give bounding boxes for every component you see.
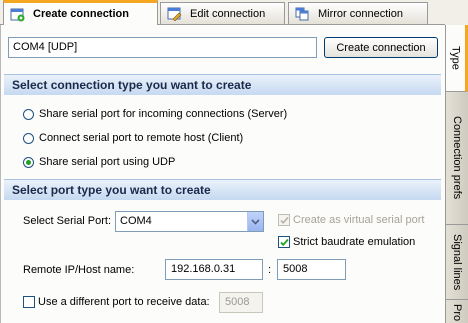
strict-baud-checkbox[interactable]	[278, 236, 290, 248]
different-port-label: Use a different port to receive data:	[38, 296, 210, 308]
tab-label: Create connection	[33, 8, 129, 20]
remote-ip-input[interactable]: 192.168.0.31	[165, 259, 263, 280]
serial-port-value: COM4	[120, 215, 152, 227]
radio-label: Connect serial port to remote host (Clie…	[39, 132, 244, 144]
port-type-header: Select port type you want to create	[4, 179, 441, 200]
chevron-down-icon[interactable]	[247, 212, 263, 231]
radio-client[interactable]: Connect serial port to remote host (Clie…	[23, 132, 243, 144]
tab-label: Mirror connection	[318, 7, 403, 20]
tab-label: Edit connection	[190, 7, 266, 20]
virtual-port-checkbox[interactable]	[278, 214, 290, 226]
radio-server[interactable]: Share serial port for incoming connectio…	[23, 108, 287, 120]
virtual-port-label: Create as virtual serial port	[293, 214, 425, 226]
create-connection-panel: COM4 [UDP] Create connection Select conn…	[0, 25, 446, 323]
tab-create-connection[interactable]: Create connection	[3, 0, 158, 25]
side-tab-label: Connection prefs	[451, 116, 463, 200]
side-tab-label: Signal lines	[451, 233, 463, 291]
side-tab-connection-prefs[interactable]: Connection prefs	[446, 92, 468, 225]
serial-port-label: Select Serial Port:	[23, 215, 112, 227]
radio-udp[interactable]: Share serial port using UDP	[23, 156, 175, 168]
side-tab-signal-lines[interactable]: Signal lines	[446, 225, 468, 300]
strict-baud-label: Strict baudrate emulation	[293, 236, 416, 248]
ip-port-separator: :	[268, 264, 272, 276]
receive-port-input[interactable]: 5008	[219, 292, 263, 313]
tab-bar: Create connection Edit connection Mirror…	[0, 0, 445, 25]
mirror-connection-icon	[295, 6, 310, 21]
side-tab-bar: Type Connection prefs Signal lines Pro	[445, 25, 468, 323]
radio-label: Share serial port for incoming connectio…	[39, 108, 288, 120]
serial-port-select[interactable]: COM4	[115, 211, 264, 232]
side-tab-label: Type	[449, 46, 462, 70]
tab-mirror-connection[interactable]: Mirror connection	[288, 2, 428, 24]
radio-button[interactable]	[23, 132, 34, 144]
side-tab-label: Pro	[451, 304, 463, 322]
create-connection-icon	[10, 7, 25, 22]
connection-type-header: Select connection type you want to creat…	[4, 74, 441, 95]
radio-label: Share serial port using UDP	[39, 156, 176, 168]
radio-button[interactable]	[23, 156, 34, 168]
check-icon	[279, 216, 289, 224]
remote-host-label: Remote IP/Host name:	[23, 264, 135, 276]
side-tab-pro[interactable]: Pro	[446, 300, 468, 323]
side-tab-type[interactable]: Type	[446, 25, 468, 92]
radio-button[interactable]	[23, 108, 34, 120]
edit-connection-icon	[167, 6, 182, 22]
connection-name-field[interactable]: COM4 [UDP]	[8, 37, 317, 58]
different-port-checkbox[interactable]	[23, 296, 35, 308]
remote-port-input[interactable]: 5008	[277, 259, 346, 280]
create-connection-button[interactable]: Create connection	[324, 37, 438, 58]
tab-edit-connection[interactable]: Edit connection	[160, 2, 285, 24]
check-icon	[279, 238, 289, 246]
